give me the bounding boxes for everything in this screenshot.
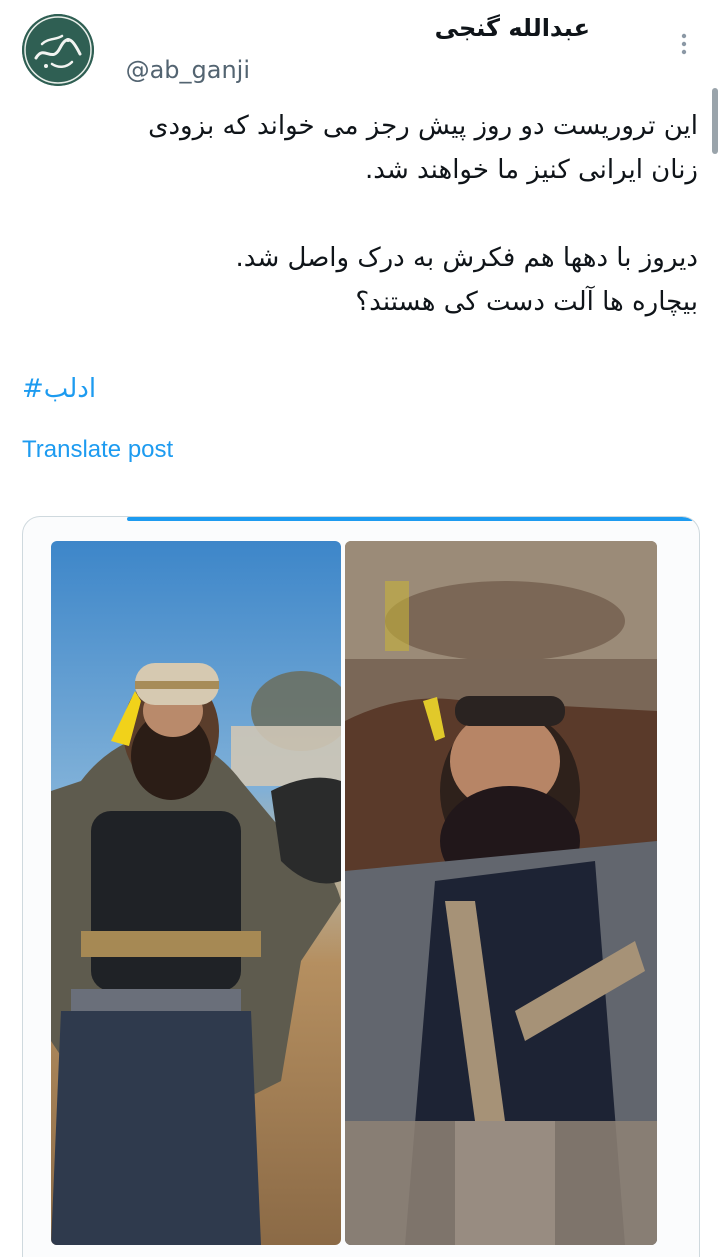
- translate-post-link[interactable]: Translate post: [22, 436, 173, 464]
- calligraphy-logo-icon: [22, 14, 94, 86]
- media-image-right[interactable]: [345, 541, 657, 1245]
- post-line: بیچاره ها آلت دست کی هستند؟: [355, 287, 698, 317]
- hashtag-link[interactable]: ادلب#: [22, 374, 96, 404]
- post-line-gap: [28, 192, 698, 236]
- post-line: زنان ایرانی کنیز ما خواهند شد.: [365, 155, 698, 185]
- tweet-page: عبدالله گنجی @ab_ganji این تروریست دو رو…: [0, 0, 720, 1258]
- more-options-button[interactable]: [670, 30, 698, 58]
- avatar[interactable]: [22, 14, 94, 86]
- author-handle[interactable]: @ab_ganji: [126, 56, 250, 84]
- dead-man-photo-icon: [345, 541, 657, 1245]
- media-card[interactable]: [22, 516, 700, 1257]
- author-name[interactable]: عبدالله گنجی: [435, 14, 590, 42]
- armed-man-photo-icon: [51, 541, 341, 1245]
- media-progress-bar: [127, 517, 693, 521]
- post-line: این تروریست دو روز پیش رجز می خواند که ب…: [148, 111, 698, 141]
- post-text: این تروریست دو روز پیش رجز می خواند که ب…: [28, 104, 698, 324]
- media-image-left[interactable]: [51, 541, 341, 1245]
- post-line: دیروز با دهها هم فکرش به درک واصل شد.: [235, 243, 698, 273]
- scrollbar[interactable]: [712, 88, 718, 154]
- more-vertical-icon: [681, 33, 687, 55]
